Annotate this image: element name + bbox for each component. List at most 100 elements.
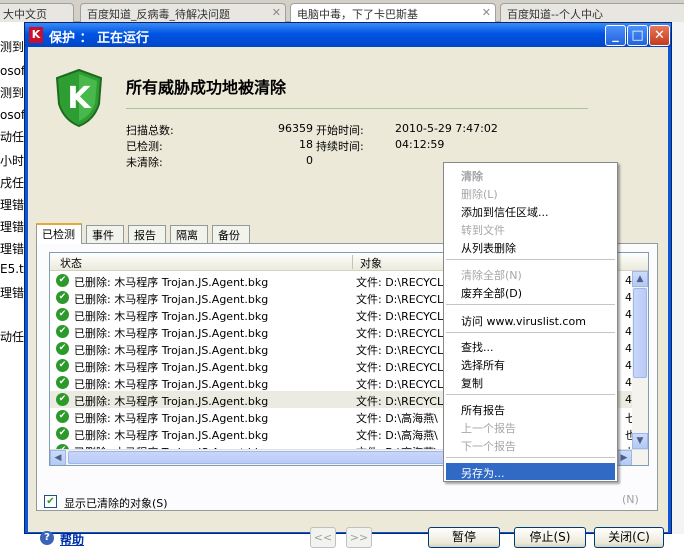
background-page-text: 测到 osof 测到 osof 动任 小时 戌任 理错 理错 理错 E5.t 理… xyxy=(0,22,26,552)
tab-report[interactable]: 报告 xyxy=(128,225,166,243)
bg-text: 小时 xyxy=(0,154,25,168)
row-status: 已删除: 木马程序 Trojan.JS.Agent.bkg xyxy=(74,412,269,425)
row-object: 文件: D:\RECYCLEI xyxy=(356,276,446,289)
scroll-up-icon[interactable]: ▲ xyxy=(632,271,648,287)
menu-item-clean[interactable]: 清除 xyxy=(461,168,483,184)
menu-item-delete[interactable]: 删除(L) xyxy=(461,186,498,202)
menu-item-select-all[interactable]: 选择所有 xyxy=(461,357,505,373)
check-ok-icon: ✔ xyxy=(56,274,69,287)
row-object: 文件: D:\RECYCLEI xyxy=(356,395,446,408)
row-object: 文件: D:\RECYCLEI xyxy=(356,361,446,374)
stop-button[interactable]: 停止(S) xyxy=(514,527,586,548)
menu-separator xyxy=(446,457,615,458)
menu-item-copy[interactable]: 复制 xyxy=(461,375,483,391)
bg-text: 测到 xyxy=(0,86,25,100)
shield-icon: K xyxy=(55,68,103,128)
show-cleaned-label[interactable]: 显示已清除的对象(S) xyxy=(64,495,168,511)
menu-item-all-reports[interactable]: 所有报告 xyxy=(461,402,505,418)
column-separator[interactable] xyxy=(352,255,353,269)
column-status[interactable]: 状态 xyxy=(60,255,82,271)
tab-quarantine[interactable]: 隔离 xyxy=(170,225,208,243)
next-button[interactable]: >> xyxy=(346,527,372,548)
help-link[interactable]: 帮助 xyxy=(60,531,84,548)
browser-tab-label: 大中文页 xyxy=(3,8,47,21)
scroll-left-icon[interactable]: ◀ xyxy=(50,450,66,465)
row-status: 已删除: 木马程序 Trojan.JS.Agent.bkg xyxy=(74,361,269,374)
check-ok-icon: ✔ xyxy=(56,393,69,406)
browser-tab-active[interactable]: 电脑中毒，下了卡巴斯基 ✕ xyxy=(290,3,496,22)
row-status: 已删除: 木马程序 Trojan.JS.Agent.bkg xyxy=(74,429,269,442)
bg-text: 理错 xyxy=(0,220,25,234)
prev-button[interactable]: << xyxy=(310,527,336,548)
unresolved-label: 未清除: xyxy=(126,156,163,169)
menu-item-go-to-file[interactable]: 转到文件 xyxy=(461,222,505,238)
menu-item-clean-all[interactable]: 清除全部(N) xyxy=(461,267,522,283)
row-status: 已删除: 木马程序 Trojan.JS.Agent.bkg xyxy=(74,293,269,306)
row-status: 已删除: 木马程序 Trojan.JS.Agent.bkg xyxy=(74,395,269,408)
check-ok-icon: ✔ xyxy=(56,427,69,440)
menu-item-visit-viruslist[interactable]: 访问 www.viruslist.com xyxy=(461,313,586,329)
close-icon[interactable]: ✕ xyxy=(482,6,491,19)
duration-label: 持续时间: xyxy=(316,140,364,153)
menu-separator xyxy=(446,394,615,395)
scroll-right-icon[interactable]: ▶ xyxy=(616,450,632,465)
kaspersky-logo-icon: K xyxy=(29,27,43,43)
bg-text: E5.t xyxy=(0,262,24,276)
menu-item-next-report[interactable]: 下一个报告 xyxy=(461,438,516,454)
pause-button[interactable]: 暂停 xyxy=(428,527,500,548)
menu-item-remove-from-list[interactable]: 从列表删除 xyxy=(461,240,516,256)
row-object: 文件: D:\RECYCLEI xyxy=(356,327,446,340)
hidden-button-label: (N) xyxy=(622,493,639,506)
menu-item-save-as-label: 另存为... xyxy=(461,467,505,480)
row-status: 已删除: 木马程序 Trojan.JS.Agent.bkg xyxy=(74,344,269,357)
unresolved-value: 0 xyxy=(306,154,313,167)
detected-label: 已检测: xyxy=(126,140,163,153)
close-icon[interactable]: ✕ xyxy=(272,6,281,19)
menu-separator xyxy=(446,332,615,333)
check-ok-icon: ✔ xyxy=(56,359,69,372)
maximize-button[interactable]: □ xyxy=(627,25,648,46)
column-object[interactable]: 对象 xyxy=(360,255,382,271)
close-button[interactable]: 关闭(C) xyxy=(594,527,664,548)
svg-text:K: K xyxy=(67,81,92,116)
menu-item-discard-all[interactable]: 废弃全部(D) xyxy=(461,285,522,301)
menu-item-add-trusted[interactable]: 添加到信任区域... xyxy=(461,204,549,220)
minimize-button[interactable]: _ xyxy=(605,25,626,46)
tab-events[interactable]: 事件 xyxy=(86,225,124,243)
row-status: 已删除: 木马程序 Trojan.JS.Agent.bkg xyxy=(74,310,269,323)
browser-tab-label: 百度知道_反病毒_待解决问题 xyxy=(87,8,230,21)
browser-tab[interactable]: 百度知道--个人中心 xyxy=(500,3,684,22)
tab-backup[interactable]: 备份 xyxy=(212,225,250,243)
check-ok-icon: ✔ xyxy=(56,342,69,355)
check-ok-icon: ✔ xyxy=(56,410,69,423)
vertical-scrollbar[interactable]: ▲ ▼ xyxy=(632,271,648,449)
scanned-label: 扫描总数: xyxy=(126,124,174,137)
browser-tabstrip: 大中文页 百度知道_反病毒_待解决问题 ✕ 电脑中毒，下了卡巴斯基 ✕ 百度知道--… xyxy=(0,0,684,22)
scroll-down-icon[interactable]: ▼ xyxy=(632,433,648,449)
detected-value: 18 xyxy=(299,138,313,151)
browser-tab-label: 百度知道--个人中心 xyxy=(507,8,603,21)
check-ok-icon: ✔ xyxy=(56,376,69,389)
show-cleaned-checkbox[interactable]: ✔ xyxy=(44,495,57,508)
bg-text: 理错 xyxy=(0,198,25,212)
bg-text: 理错 xyxy=(0,242,25,256)
title-bar[interactable]: K 保护 ： 正在运行 _ □ ✕ xyxy=(25,23,671,47)
menu-item-prev-report[interactable]: 上一个报告 xyxy=(461,420,516,436)
bg-text: 理错 xyxy=(0,286,25,300)
tab-detected[interactable]: 已检测 xyxy=(36,223,82,244)
help-icon[interactable]: ? xyxy=(40,531,54,545)
row-object: 文件: D:\RECYCLEI xyxy=(356,378,446,391)
check-ok-icon: ✔ xyxy=(56,291,69,304)
menu-item-find[interactable]: 查找... xyxy=(461,339,494,355)
row-status: 已删除: 木马程序 Trojan.JS.Agent.bkg xyxy=(74,327,269,340)
vertical-scroll-thumb[interactable] xyxy=(633,288,647,378)
browser-tab[interactable]: 百度知道_反病毒_待解决问题 ✕ xyxy=(80,3,286,22)
result-headline: 所有威胁成功地被清除 xyxy=(126,78,287,97)
close-window-button[interactable]: ✕ xyxy=(649,25,670,46)
scanned-value: 96359 xyxy=(278,122,313,135)
start-time-value: 2010-5-29 7:47:02 xyxy=(395,122,498,135)
row-object: 文件: D:\高海燕\ xyxy=(356,429,438,442)
browser-tab[interactable]: 大中文页 xyxy=(0,3,74,22)
window-title: 保护 ： 正在运行 xyxy=(49,31,150,46)
menu-item-save-as[interactable]: 另存为... xyxy=(446,463,615,480)
